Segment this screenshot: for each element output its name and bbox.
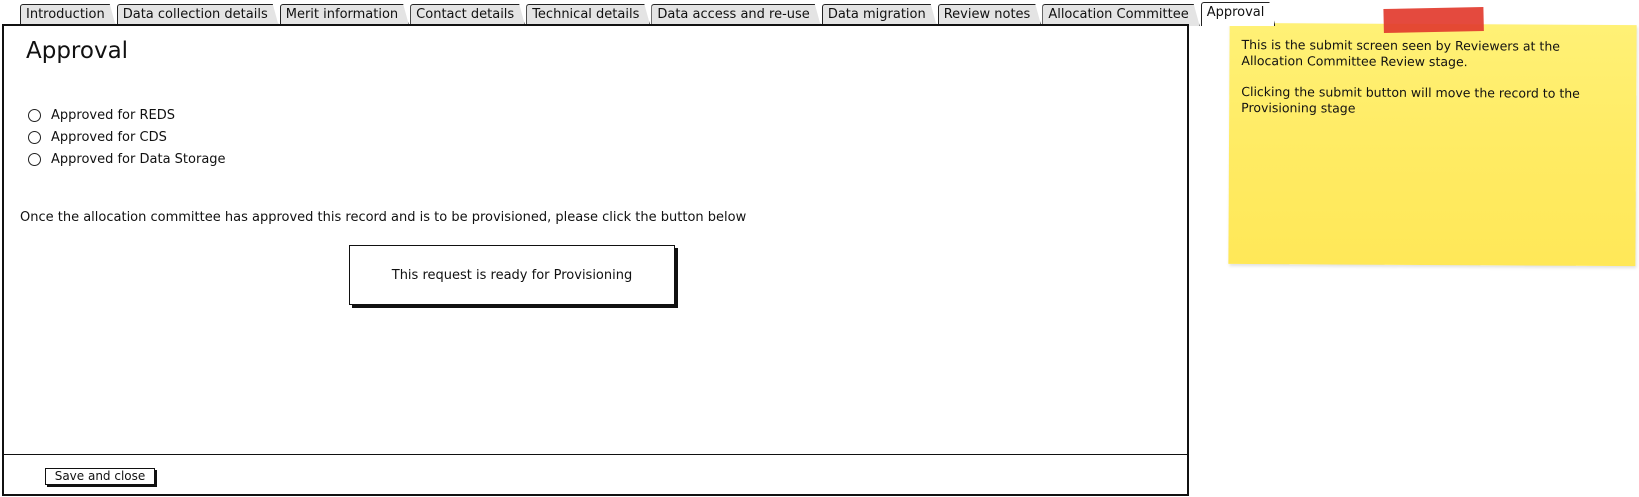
sticky-note: This is the submit screen seen by Review… [1228, 6, 1637, 267]
approval-panel: Approval Approved for REDS Approved for … [2, 24, 1189, 496]
tab-data-migration[interactable]: Data migration [822, 4, 937, 26]
mockup-canvas: Introduction Data collection details Mer… [0, 0, 1639, 497]
tab-allocation-committee[interactable]: Allocation Committee [1042, 4, 1199, 26]
sticky-note-paragraph: Clicking the submit button will move the… [1241, 83, 1580, 116]
tab-review-notes[interactable]: Review notes [938, 4, 1042, 26]
footer-divider [4, 454, 1187, 455]
tab-technical-details[interactable]: Technical details [526, 4, 650, 26]
tape [1383, 6, 1484, 34]
page-title: Approval [26, 38, 129, 64]
tab-bar: Introduction Data collection details Mer… [20, 2, 1276, 26]
ready-for-provisioning-button[interactable]: This request is ready for Provisioning [349, 245, 675, 305]
tab-introduction[interactable]: Introduction [20, 4, 116, 26]
sticky-note-paragraph: This is the submit screen seen by Review… [1241, 36, 1561, 70]
radio-button[interactable] [28, 108, 41, 122]
radio-label: Approved for Data Storage [51, 151, 226, 167]
tab-merit-information[interactable]: Merit information [280, 4, 409, 26]
sticky-note-text: This is the submit screen seen by Review… [1241, 37, 1621, 118]
radio-approved-for-reds[interactable]: Approved for REDS [28, 104, 226, 126]
radio-approved-for-cds[interactable]: Approved for CDS [28, 126, 226, 148]
save-and-close-button[interactable]: Save and close [45, 468, 155, 485]
radio-button[interactable] [28, 130, 41, 144]
radio-approved-for-data-storage[interactable]: Approved for Data Storage [28, 148, 226, 170]
radio-button[interactable] [28, 152, 41, 166]
tab-data-collection-details[interactable]: Data collection details [117, 4, 279, 26]
radio-label: Approved for REDS [51, 107, 176, 123]
tab-approval[interactable]: Approval [1201, 2, 1276, 26]
tab-contact-details[interactable]: Contact details [410, 4, 525, 26]
approval-radio-group: Approved for REDS Approved for CDS Appro… [28, 104, 226, 170]
radio-label: Approved for CDS [51, 129, 167, 145]
tab-data-access-and-reuse[interactable]: Data access and re-use [651, 4, 820, 26]
instruction-text: Once the allocation committee has approv… [20, 210, 747, 225]
